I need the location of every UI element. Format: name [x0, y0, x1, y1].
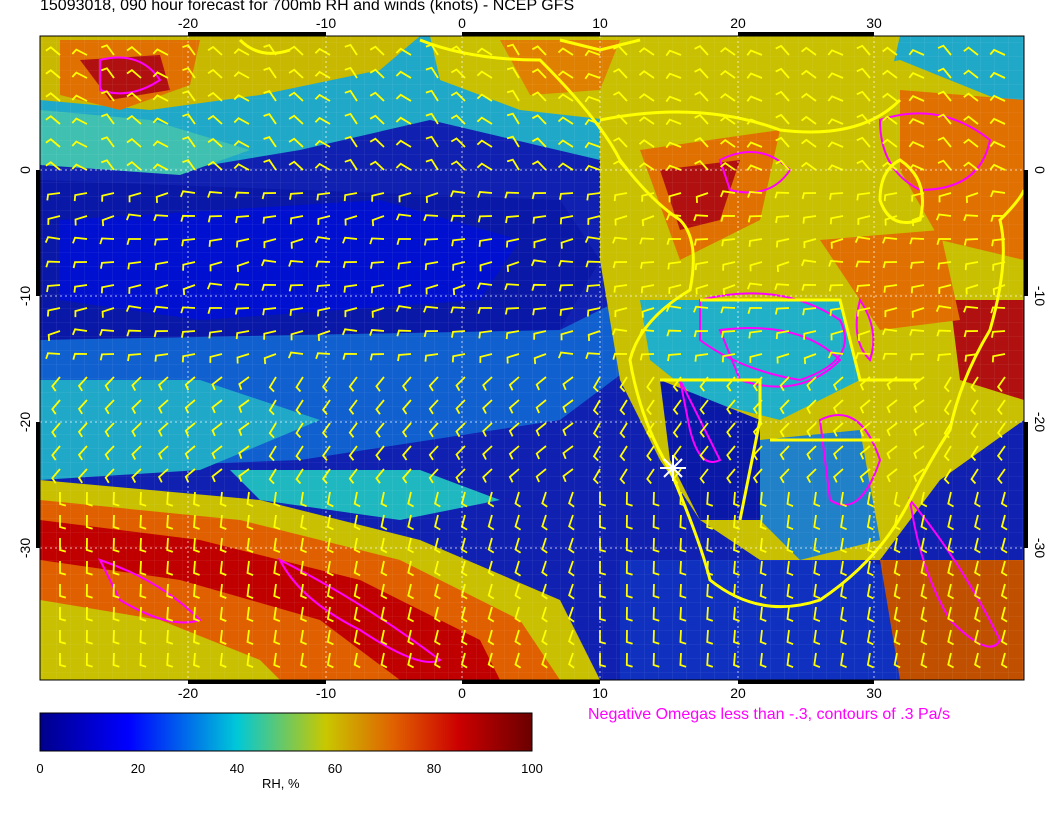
- lon-label: 0: [458, 685, 466, 700]
- lat-label: -30: [1032, 538, 1048, 558]
- colorbar-tick: 100: [521, 761, 543, 776]
- lat-label: -10: [17, 286, 33, 306]
- lon-labels-top: -20 -10 0 10 20 30: [178, 15, 882, 31]
- lon-label: 0: [458, 15, 466, 31]
- lon-label: 20: [730, 685, 746, 700]
- lat-labels-left: 0 -10 -20 -30: [17, 166, 33, 558]
- colorbar-tick: 0: [36, 761, 43, 776]
- lon-label: -20: [178, 685, 198, 700]
- lat-label: 0: [17, 166, 33, 174]
- lat-label: 0: [1032, 166, 1048, 174]
- colorbar-tick: 20: [131, 761, 145, 776]
- lon-label: -20: [178, 15, 198, 31]
- colorbar-label: RH, %: [262, 776, 300, 791]
- lon-label: -10: [316, 15, 336, 31]
- lat-label: -10: [1032, 286, 1048, 306]
- lat-labels-right: 0 -10 -20 -30: [1032, 166, 1048, 558]
- lon-label: -10: [316, 685, 336, 700]
- rh-colorbar: 0 20 40 60 80 100: [36, 712, 543, 776]
- lon-labels-bottom: -20 -10 0 10 20 30: [178, 685, 882, 700]
- colorbar-ramp: [39, 712, 533, 752]
- lat-label: -30: [17, 538, 33, 558]
- colorbar-tick: 60: [328, 761, 342, 776]
- colorbar-tick: 80: [427, 761, 441, 776]
- lat-label: -20: [1032, 412, 1048, 432]
- lon-label: 10: [592, 685, 608, 700]
- lon-label: 20: [730, 15, 746, 31]
- colorbar-tick: 40: [230, 761, 244, 776]
- lon-label: 10: [592, 15, 608, 31]
- lon-label: 30: [866, 685, 882, 700]
- omega-note: Negative Omegas less than -.3, contours …: [588, 706, 950, 723]
- lon-label: 30: [866, 15, 882, 31]
- lat-label: -20: [17, 412, 33, 432]
- map-panel: -20 -10 0 10 20 30 -20 -10 0 10 20 30 0 …: [17, 15, 1048, 700]
